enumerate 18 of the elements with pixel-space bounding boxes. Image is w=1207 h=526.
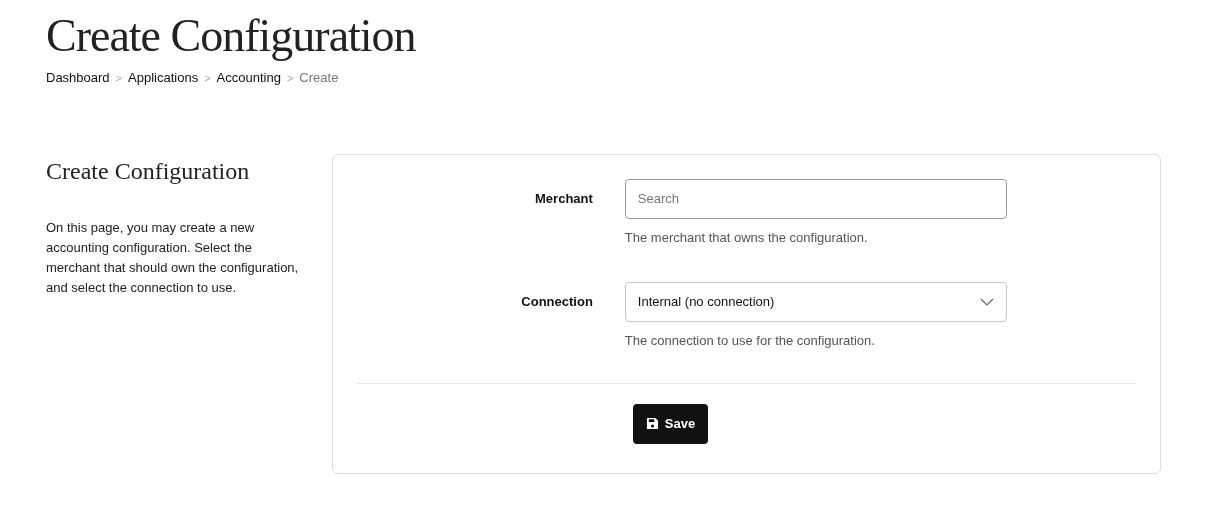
connection-select[interactable]: Internal (no connection)	[624, 282, 1007, 322]
page-title: Create Configuration	[46, 9, 417, 63]
field-label: Merchant	[535, 189, 593, 208]
field-label: Connection	[521, 293, 593, 312]
breadcrumb-current: Create	[299, 69, 339, 87]
breadcrumb-link[interactable]: Dashboard	[46, 68, 110, 88]
merchant-search-field[interactable]: Search	[624, 178, 1007, 219]
save-button[interactable]: Save	[632, 403, 709, 444]
chevron-down-icon	[979, 298, 994, 306]
breadcrumb-separator: >	[204, 70, 211, 86]
breadcrumb-separator: >	[115, 70, 123, 86]
breadcrumb-link[interactable]: Applications	[128, 68, 199, 88]
breadcrumb-separator: >	[286, 70, 294, 86]
breadcrumb-link[interactable]: Accounting	[216, 68, 281, 88]
section-title: Create Configuration	[46, 156, 251, 186]
field-help: The merchant that owns the configuration.	[624, 228, 869, 247]
section-description: On this page, you may create a new accounting configuration. Select the merchant that should own the configuration, and select the connection to use.	[46, 218, 300, 297]
field-help: The connection to use for the configuration.	[624, 332, 876, 350]
